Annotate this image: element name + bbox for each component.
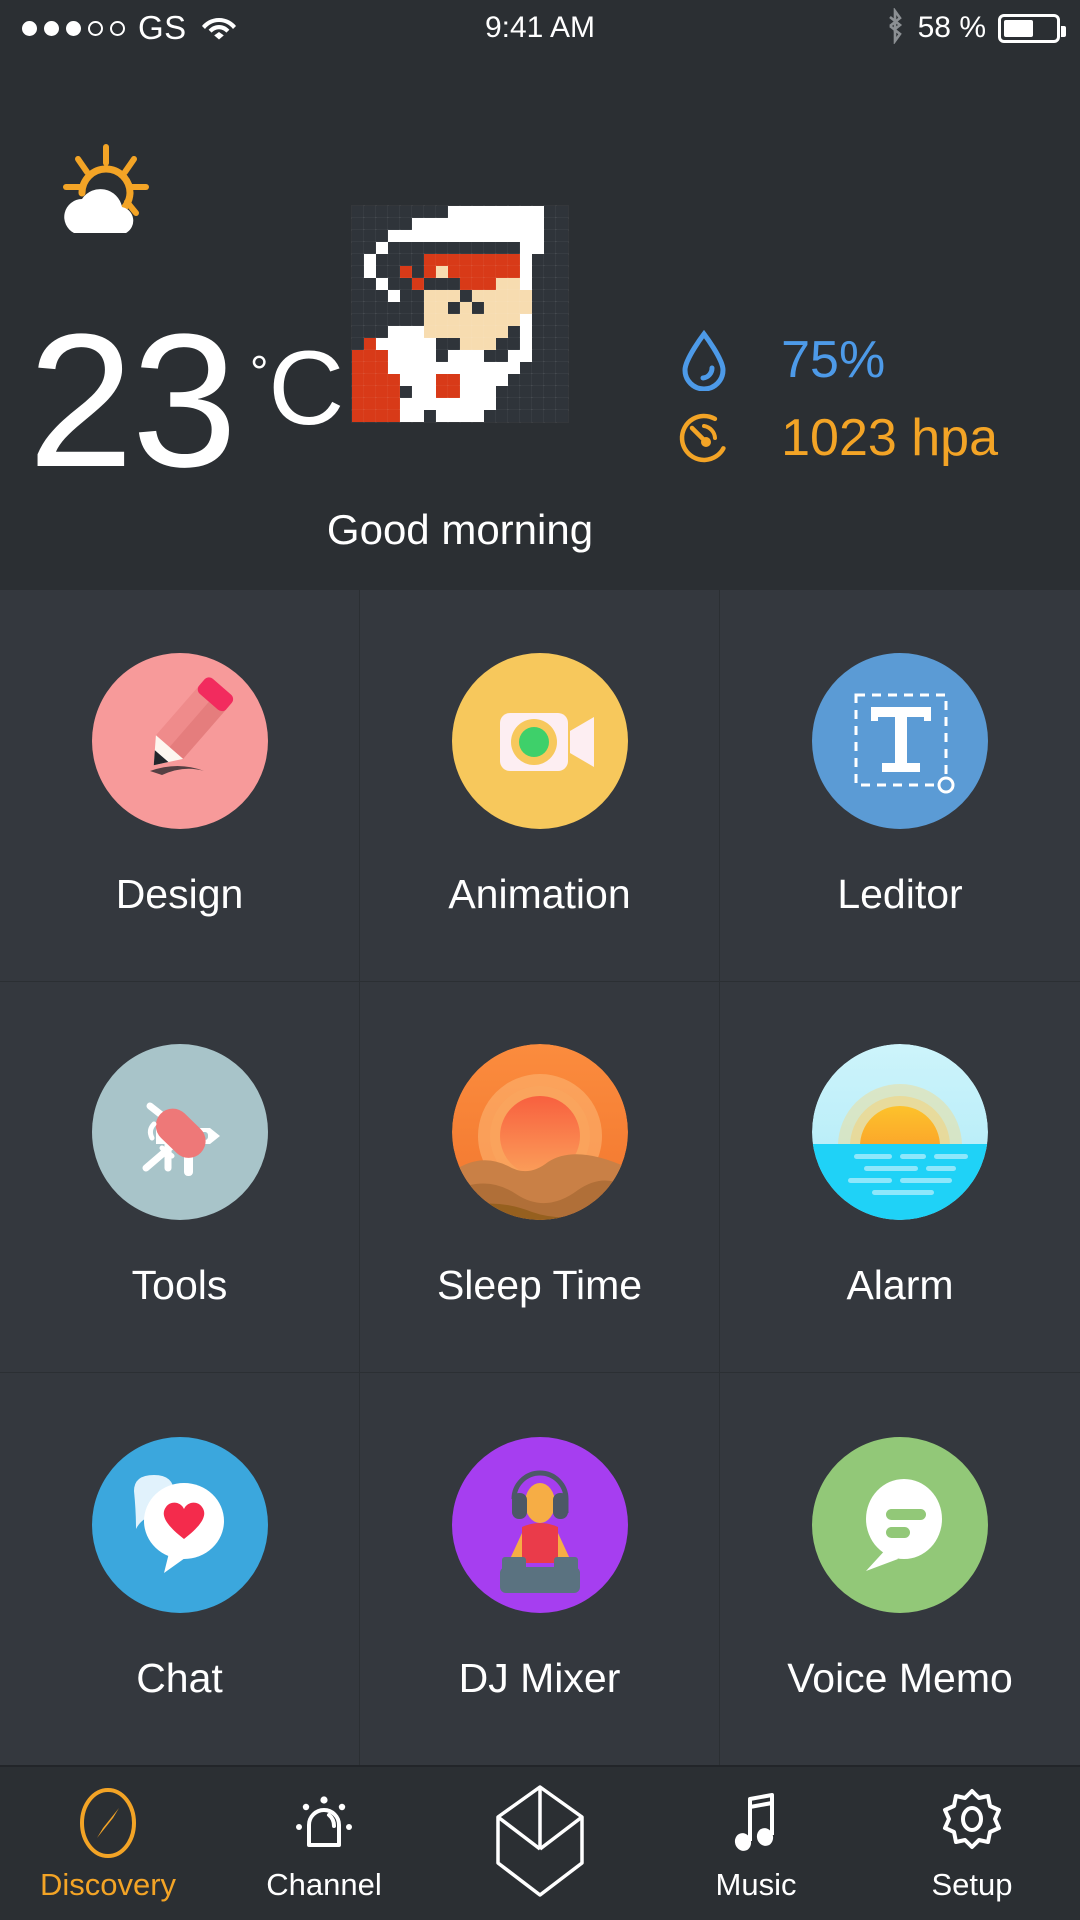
degree-symbol: °: [250, 346, 269, 398]
bluetooth-icon: [884, 6, 906, 49]
sunset-icon: [451, 1044, 628, 1221]
app-cell-sleep-time[interactable]: Sleep Time: [360, 981, 720, 1374]
humidity-stat: 75%: [673, 321, 998, 399]
app-label: Tools: [131, 1262, 228, 1309]
sunrise-icon: [812, 1044, 988, 1221]
pressure-value: 1023 hpa: [781, 409, 998, 467]
barometer-gauge-icon: [673, 410, 735, 466]
app-cell-voice-memo[interactable]: Voice Memo: [720, 1373, 1080, 1765]
phone-screen: GS 9:41 AM 58 % 23 °C Good morning 75% 1…: [0, 0, 1080, 1920]
app-grid: Design Animation Leditor Tools Sleep Tim…: [0, 590, 1080, 1765]
app-label: Animation: [448, 870, 631, 917]
compass-icon: [76, 1785, 140, 1861]
app-label: Leditor: [837, 870, 963, 917]
app-label: Voice Memo: [787, 1654, 1013, 1701]
app-cell-dj-mixer[interactable]: DJ Mixer: [360, 1373, 720, 1765]
cube-icon: [492, 1783, 588, 1899]
tab-music[interactable]: Music: [648, 1767, 864, 1920]
status-bar: GS 9:41 AM 58 %: [0, 0, 1080, 56]
tab-channel[interactable]: Channel: [216, 1767, 432, 1920]
app-cell-chat[interactable]: Chat: [0, 1373, 360, 1765]
app-label: DJ Mixer: [458, 1654, 621, 1701]
battery-percent-label: 58 %: [917, 11, 986, 44]
app-cell-leditor[interactable]: Leditor: [720, 590, 1080, 982]
tab-cube[interactable]: [432, 1767, 648, 1920]
sun-behind-cloud-icon: [48, 141, 168, 251]
app-cell-alarm[interactable]: Alarm: [720, 981, 1080, 1374]
tab-label: Setup: [931, 1866, 1013, 1902]
weather-stats: 75% 1023 hpa: [673, 321, 998, 477]
gear-icon: [938, 1785, 1006, 1861]
tab-label: Channel: [266, 1866, 382, 1902]
humidity-value: 75%: [781, 331, 886, 389]
tab-setup[interactable]: Setup: [864, 1767, 1080, 1920]
app-label: Design: [115, 870, 244, 917]
pencil-icon: [91, 652, 268, 829]
battery-icon: [998, 13, 1066, 43]
pixel-art-avatar: [351, 205, 569, 423]
tab-label: Music: [715, 1866, 797, 1902]
tab-label: Discovery: [39, 1866, 177, 1902]
temperature-value: 23: [28, 295, 237, 507]
weather-panel: 23 °C Good morning 75% 1023 hpa: [0, 56, 1080, 590]
water-drop-icon: [673, 329, 735, 391]
app-label: Sleep Time: [436, 1262, 643, 1309]
greeting-label: Good morning: [326, 506, 594, 553]
tab-discovery[interactable]: Discovery: [0, 1767, 216, 1920]
dj-icon: [451, 1436, 628, 1613]
heart-bubble-icon: [91, 1436, 268, 1613]
temperature-unit: °C: [250, 336, 344, 441]
app-cell-design[interactable]: Design: [0, 590, 360, 982]
app-cell-tools[interactable]: Tools: [0, 981, 360, 1374]
music-note-icon: [724, 1785, 788, 1861]
swiss-knife-icon: [91, 1044, 268, 1221]
pressure-stat: 1023 hpa: [673, 399, 998, 477]
video-camera-icon: [451, 652, 628, 829]
status-right: 58 %: [884, 6, 1066, 49]
text-tool-icon: [812, 652, 988, 829]
bottom-tab-bar: Discovery Channel Music Setup: [0, 1765, 1080, 1920]
unit-letter: C: [268, 330, 345, 447]
bell-icon: [292, 1785, 356, 1861]
app-label: Alarm: [846, 1262, 954, 1309]
greeting-text: Good morning: [0, 506, 1080, 554]
app-label: Chat: [136, 1654, 223, 1701]
message-bubble-icon: [812, 1436, 988, 1613]
app-cell-animation[interactable]: Animation: [360, 590, 720, 982]
